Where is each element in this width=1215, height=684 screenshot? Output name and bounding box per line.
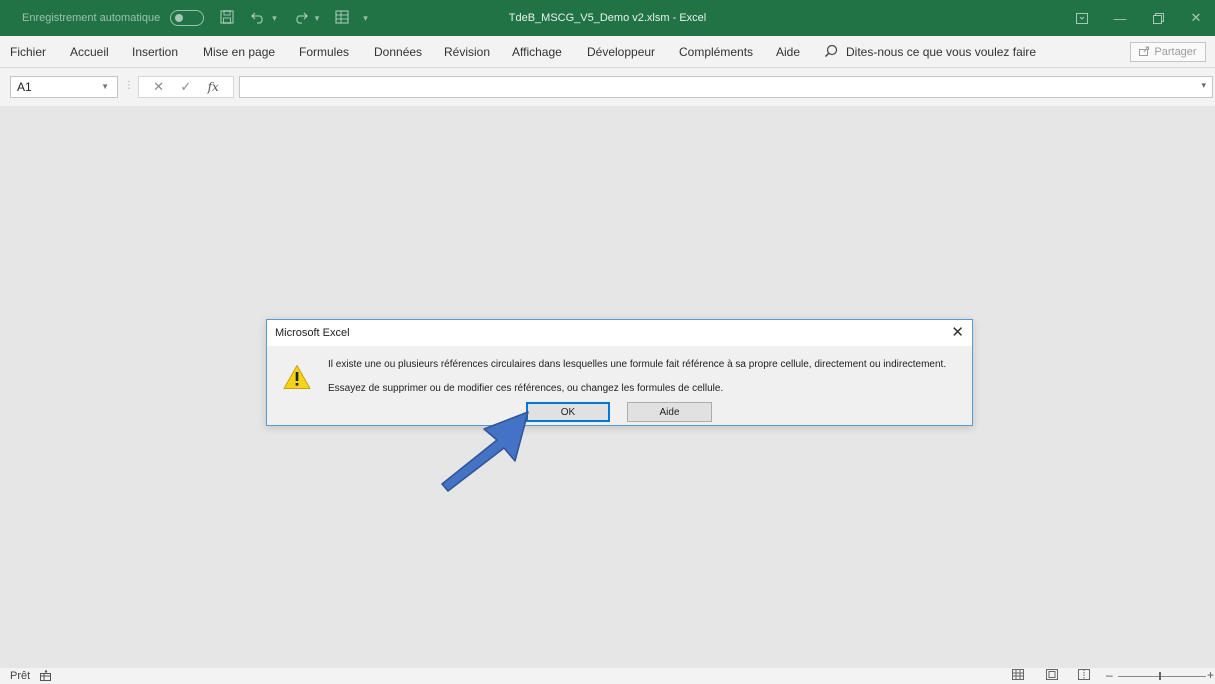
name-box[interactable]: A1 ▼ [10,76,118,98]
tell-me-text: Dites-nous ce que vous voulez faire [846,45,1037,59]
name-box-dropdown-icon[interactable]: ▼ [101,77,109,97]
circular-reference-dialog: Microsoft Excel ✕ Il existe une ou plusi… [266,319,973,426]
warning-icon [283,364,311,390]
formula-bar-buttons: ✕ ✓ fx [138,76,234,98]
normal-view-icon[interactable] [1012,669,1024,683]
undo-icon[interactable] [250,10,266,26]
tab-donnees[interactable]: Données [374,36,422,68]
tab-aide[interactable]: Aide [776,36,800,68]
redo-icon[interactable] [293,10,309,26]
share-button[interactable]: Partager [1130,42,1206,62]
cancel-icon[interactable]: ✕ [153,79,164,95]
status-bar: Prêt – + [0,668,1215,684]
zoom-thumb[interactable] [1159,672,1161,680]
page-break-view-icon[interactable] [1078,669,1090,683]
zoom-out-icon[interactable]: – [1106,668,1113,682]
ribbon-tabs: Fichier Accueil Insertion Mise en page F… [0,36,1215,68]
annotation-arrow-icon [441,411,529,492]
name-box-value: A1 [17,80,32,94]
zoom-in-icon[interactable]: + [1207,668,1214,682]
formula-bar-grip-icon[interactable]: ⋮ [124,80,134,91]
dialog-message-line1: Il existe une ou plusieurs références ci… [328,359,947,370]
tab-formules[interactable]: Formules [299,36,349,68]
close-icon[interactable]: ✕ [1177,0,1215,36]
minimize-icon[interactable]: — [1101,0,1139,36]
dialog-title: Microsoft Excel [275,327,350,339]
enter-icon[interactable]: ✓ [180,79,191,95]
share-label: Partager [1154,46,1197,58]
ribbon-display-options-icon[interactable] [1063,0,1101,36]
dialog-body: Il existe une ou plusieurs références ci… [267,346,972,425]
tab-revision[interactable]: Révision [444,36,490,68]
macro-recording-icon[interactable] [40,670,51,684]
tab-insertion[interactable]: Insertion [132,36,178,68]
dialog-close-icon[interactable]: ✕ [951,323,964,341]
tab-developpeur[interactable]: Développeur [587,36,655,68]
tab-accueil[interactable]: Accueil [70,36,109,68]
save-icon[interactable] [220,10,234,26]
insert-function-icon[interactable]: fx [208,80,219,94]
lightbulb-search-icon [824,44,838,61]
window-controls: — ✕ [1063,0,1215,36]
tab-fichier[interactable]: Fichier [10,36,46,68]
autosave-toggle[interactable] [170,10,205,26]
page-layout-view-icon[interactable] [1046,669,1058,683]
undo-dropdown-icon[interactable]: ▾ [272,13,277,24]
tell-me-search[interactable]: Dites-nous ce que vous voulez faire [824,36,1036,68]
restore-icon[interactable] [1139,0,1177,36]
title-bar: Enregistrement automatique ▾ ▾ ▾ TdeB_MS… [0,0,1215,36]
tab-complements[interactable]: Compléments [679,36,753,68]
redo-dropdown-icon[interactable]: ▾ [315,13,320,24]
customize-qat-icon[interactable]: ▾ [363,13,368,24]
dialog-titlebar: Microsoft Excel ✕ [267,320,972,346]
dialog-message-line2: Essayez de supprimer ou de modifier ces … [328,383,724,394]
tab-mise-en-page[interactable]: Mise en page [203,36,275,68]
form-icon[interactable] [335,10,349,26]
ok-button[interactable]: OK [526,402,610,422]
formula-bar: A1 ▼ ⋮ ✕ ✓ fx ▾ [0,68,1215,106]
autosave-label: Enregistrement automatique [22,12,161,24]
help-button[interactable]: Aide [627,402,712,422]
formula-input[interactable]: ▾ [239,76,1213,98]
zoom-slider[interactable]: – + [1106,668,1214,684]
expand-formula-bar-icon[interactable]: ▾ [1201,80,1206,91]
zoom-track [1118,676,1206,677]
tab-affichage[interactable]: Affichage [512,36,562,68]
status-text: Prêt [10,670,31,682]
quick-access-toolbar: Enregistrement automatique ▾ ▾ ▾ [0,0,368,36]
share-icon [1139,45,1150,59]
